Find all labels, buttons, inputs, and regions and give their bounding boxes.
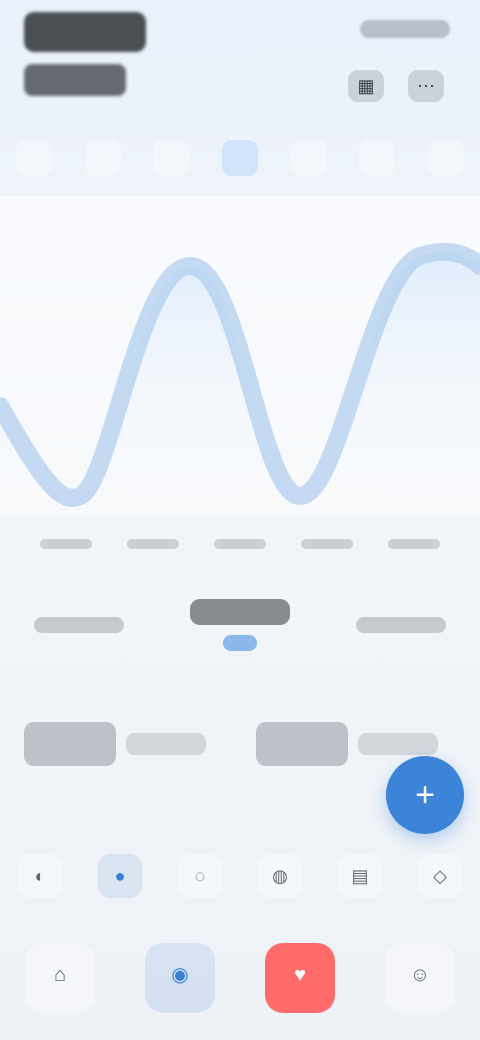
chart-tick-3 bbox=[214, 539, 266, 549]
toolbar-icon-4: ◍ bbox=[272, 865, 288, 886]
toolbar-item-1[interactable]: ◐ bbox=[18, 854, 62, 898]
wave-fill bbox=[0, 251, 480, 516]
summary-left-secondary bbox=[126, 733, 206, 755]
toolbar-item-4[interactable]: ◍ bbox=[258, 854, 302, 898]
more-icon-button[interactable]: ⋯ bbox=[408, 70, 444, 102]
summary-left-primary bbox=[24, 722, 116, 766]
day-item-1[interactable] bbox=[16, 140, 53, 176]
chart-tick-4 bbox=[301, 539, 353, 549]
add-fab-button[interactable]: + bbox=[386, 756, 464, 834]
toolbar-item-5[interactable]: ▤ bbox=[338, 854, 382, 898]
toolbar-item-2[interactable]: ● bbox=[98, 854, 142, 898]
more-icon: ⋯ bbox=[417, 75, 435, 96]
toolbar-icon-2: ● bbox=[114, 865, 126, 886]
day-item-6[interactable] bbox=[359, 140, 396, 176]
page-title bbox=[24, 12, 146, 52]
stats-row bbox=[24, 570, 456, 680]
secondary-toolbar: ◐ ● ◌ ◍ ▤ ◇ bbox=[0, 848, 480, 904]
heart-icon: ♥ bbox=[294, 964, 306, 986]
day-item-5[interactable] bbox=[290, 140, 327, 176]
header: ▦ ⋯ bbox=[0, 0, 480, 120]
summary-right-primary bbox=[256, 722, 348, 766]
app-root: ▦ ⋯ + ◐ ● ◌ ◍ ▤ ◇ ⌂ ◉ ♥ ☺ bbox=[0, 0, 480, 1040]
toolbar-icon-5: ▤ bbox=[351, 865, 369, 886]
toolbar-icon-3: ◌ bbox=[194, 865, 206, 886]
home-icon: ⌂ bbox=[53, 964, 67, 986]
day-item-2[interactable] bbox=[84, 140, 121, 176]
nav-home[interactable]: ⌂ bbox=[25, 943, 95, 1013]
chart-tick-2 bbox=[127, 539, 179, 549]
stat-right bbox=[346, 575, 456, 675]
day-item-7[interactable] bbox=[427, 140, 464, 176]
stat-left bbox=[24, 575, 134, 675]
calendar-icon: ▦ bbox=[357, 75, 375, 96]
day-item-4[interactable] bbox=[221, 140, 258, 176]
status-pill bbox=[360, 20, 450, 38]
week-strip bbox=[0, 132, 480, 184]
stat-center bbox=[185, 575, 295, 675]
nav-active[interactable]: ◉ bbox=[145, 943, 215, 1013]
stat-left-label bbox=[34, 617, 124, 633]
wave-card bbox=[0, 196, 480, 516]
nav-alert[interactable]: ♥ bbox=[265, 943, 335, 1013]
chart-tick-5 bbox=[388, 539, 440, 549]
calendar-icon-button[interactable]: ▦ bbox=[348, 70, 384, 102]
toolbar-item-3[interactable]: ◌ bbox=[178, 854, 222, 898]
plus-icon: + bbox=[415, 775, 435, 814]
profile-icon: ☺ bbox=[409, 964, 431, 986]
bottom-nav: ⌂ ◉ ♥ ☺ bbox=[0, 926, 480, 1030]
chart-tick-row bbox=[40, 534, 440, 554]
toolbar-icon-6: ◇ bbox=[433, 865, 447, 886]
wave-graph bbox=[0, 242, 480, 516]
toolbar-item-6[interactable]: ◇ bbox=[418, 854, 462, 898]
summary-block-left bbox=[24, 704, 224, 784]
stat-center-badge bbox=[223, 635, 257, 651]
toolbar-icon-1: ◐ bbox=[34, 865, 46, 886]
target-icon: ◉ bbox=[171, 964, 189, 986]
chart-tick-1 bbox=[40, 539, 92, 549]
page-subtitle bbox=[24, 64, 126, 96]
nav-profile[interactable]: ☺ bbox=[385, 943, 455, 1013]
stat-center-label bbox=[190, 599, 290, 625]
day-item-3[interactable] bbox=[153, 140, 190, 176]
summary-right-secondary bbox=[358, 733, 438, 755]
stat-right-label bbox=[356, 617, 446, 633]
